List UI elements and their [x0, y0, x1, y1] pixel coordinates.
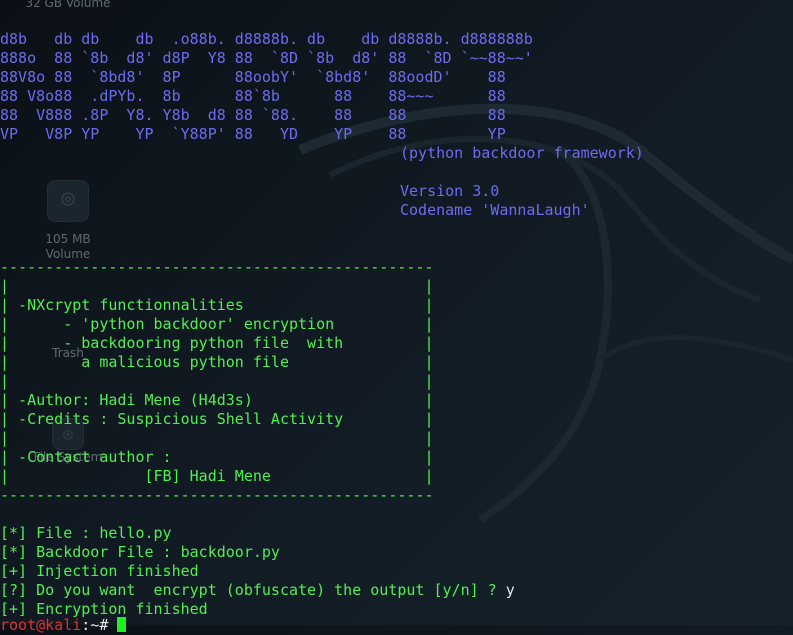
box-line: | -Author: Hadi Mene (H4d3s) | — [0, 391, 434, 409]
box-line: | a malicious python file | — [0, 353, 434, 371]
question-text: [?] Do you want encrypt (obfuscate) the … — [0, 581, 506, 599]
banner-line: 88V8o 88 `8bd8' 8P 88oobY' `8bd8' 88oodD… — [0, 68, 506, 86]
banner-line: 88 V8o88 .dPYb. 8b 88`8b 88 88~~~ 88 — [0, 87, 506, 105]
box-line: | -NXcrypt functionnalities | — [0, 296, 434, 314]
output-line: [*] Backdoor File : backdoor.py — [0, 543, 280, 561]
box-border-bottom: ----------------------------------------… — [0, 486, 434, 504]
terminal-output[interactable]: d8b db db db .o88b. d8888b. db db d8888b… — [0, 0, 793, 634]
output-line: [*] File : hello.py — [0, 524, 172, 542]
user-answer: y — [505, 581, 515, 599]
tagline: (python backdoor framework) — [400, 144, 644, 162]
box-line: | | — [0, 277, 434, 295]
codename: Codename 'WannaLaugh' — [400, 201, 590, 219]
shell-prompt[interactable]: root@kali:~# — [0, 616, 127, 635]
output-line: [+] Injection finished — [0, 562, 199, 580]
version: Version 3.0 — [400, 182, 500, 200]
banner-line: d8b db db db .o88b. d8888b. db db d8888b… — [0, 30, 533, 48]
banner-line: 88 V888 .8P Y8. Y8b d8 88 `88. 88 88 88 — [0, 106, 506, 124]
box-line: | -Contact author : | — [0, 448, 434, 466]
box-line: | | — [0, 372, 434, 390]
box-line: | [FB] Hadi Mene | — [0, 467, 434, 485]
banner-line: 888o 88 `8b d8' d8P Y8 88 `8D `8b d8' 88… — [0, 49, 533, 67]
box-line: | -Credits : Suspicious Shell Activity | — [0, 410, 434, 428]
prompt-path: :~# — [81, 616, 109, 634]
box-line: | - 'python backdoor' encryption | — [0, 315, 434, 333]
box-border-top: ----------------------------------------… — [0, 258, 434, 276]
box-line: | | — [0, 429, 434, 447]
output-question-line: [?] Do you want encrypt (obfuscate) the … — [0, 581, 515, 600]
box-line: | - backdooring python file with | — [0, 334, 434, 352]
prompt-user: root@kali — [0, 616, 82, 634]
banner-line: VP V8P YP YP `Y88P' 88 YD YP 88 YP — [0, 125, 506, 143]
